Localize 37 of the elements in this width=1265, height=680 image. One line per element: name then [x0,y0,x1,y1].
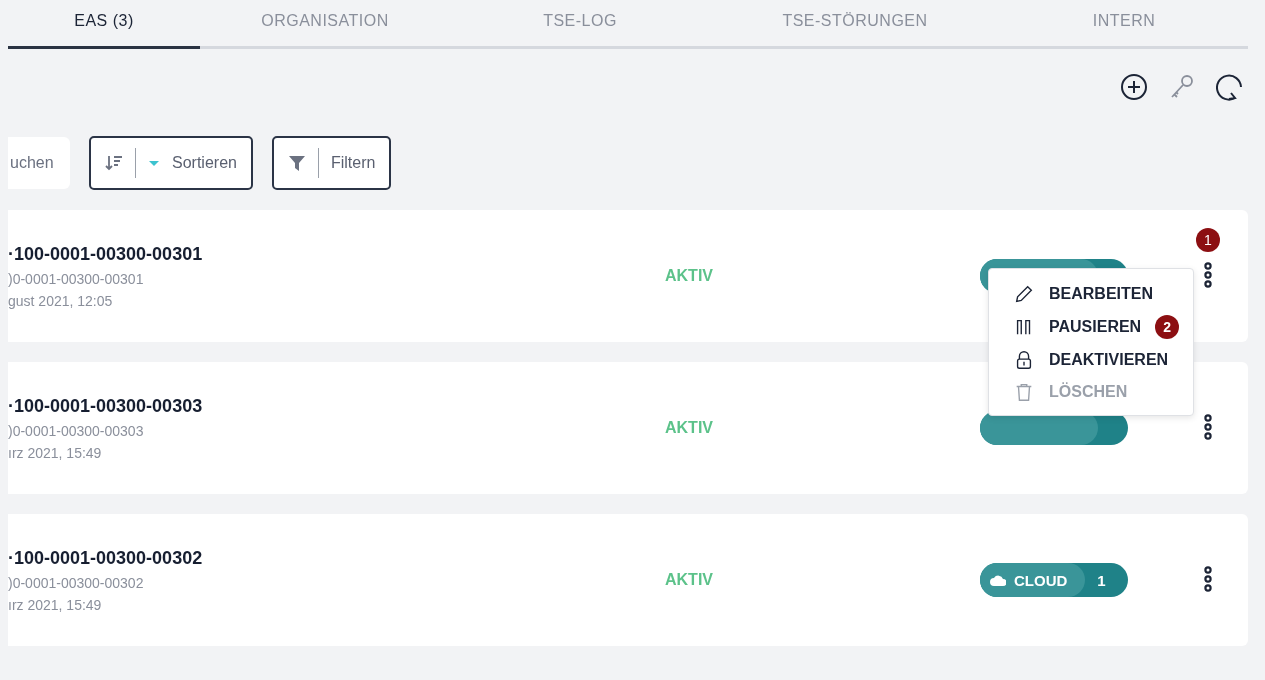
tab[interactable]: EAS (3) [8,8,200,49]
filter-icon [287,154,306,172]
menu-item[interactable]: BEARBEITEN [1013,283,1193,305]
more-icon [1203,565,1213,592]
device-date: gust 2021, 12:05 [8,292,114,309]
menu-label: DEAKTIVIEREN [1049,351,1169,369]
menu-item[interactable]: PAUSIEREN 2 [1013,315,1193,339]
step-marker: 1 [1196,228,1220,252]
sort-icon [105,154,123,172]
status-label: AKTIV [665,267,713,285]
refresh-icon[interactable] [1216,73,1244,101]
device-date: ırz 2021, 15:49 [8,596,103,613]
device-title: ·100-0001-00300-00303 [8,395,204,417]
pencil-icon [1013,283,1035,305]
device-title: ·100-0001-00300-00302 [8,547,204,569]
status-label: AKTIV [665,571,713,589]
menu-label: LÖSCHEN [1049,383,1128,401]
more-icon [1203,413,1213,440]
filter-button[interactable]: Filtern [271,136,392,190]
status-label: AKTIV [665,419,713,437]
tag-count: 1 [1096,571,1106,589]
step-marker: 2 [1155,315,1180,339]
menu-label: BEARBEITEN [1049,285,1153,303]
search-field[interactable]: uchen [8,137,70,189]
cloud-icon [990,574,1006,586]
caret-icon [148,159,160,167]
device-title: ·100-0001-00300-00301 [8,243,204,265]
sort-button[interactable]: Sortieren [89,136,253,190]
device-date: ırz 2021, 15:49 [8,444,103,461]
add-icon[interactable] [1120,73,1148,101]
menu-label: PAUSIEREN [1049,318,1142,336]
device-id: )0-0001-00300-00303 [8,422,145,439]
device-id: )0-0001-00300-00301 [8,270,145,287]
device-id: )0-0001-00300-00302 [8,574,145,591]
menu-item[interactable]: DEAKTIVIEREN [1013,349,1193,371]
tag-label: CLOUD [1014,571,1068,589]
more-icon [1203,261,1213,288]
